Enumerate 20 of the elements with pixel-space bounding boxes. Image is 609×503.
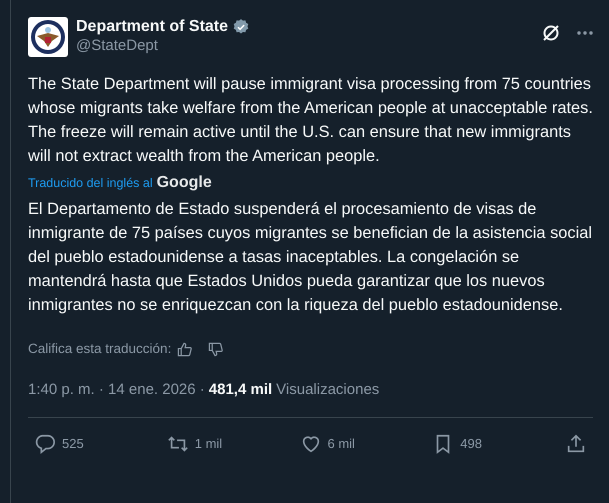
thumbs-up-icon[interactable]: [177, 342, 192, 357]
timestamp[interactable]: 1:40 p. m. · 14 ene. 2026 ·: [28, 379, 205, 402]
comment-icon: [34, 432, 56, 455]
repost-button[interactable]: 1 mil: [166, 432, 262, 455]
views-label: Visualizaciones: [276, 380, 380, 400]
tweet-text: The State Department will pause immigrant visa processing from 75 countries whose migrants take welfare from the American people at unacceptable rates. The freeze will remain active until the U.S. can ensure that new immigrants will not extract wealth from the American people.: [28, 74, 593, 167]
seal-logo-icon[interactable]: [28, 17, 68, 57]
view-count: 481,4 mil: [208, 380, 272, 400]
share-icon[interactable]: [565, 432, 587, 455]
reply-button[interactable]: 525: [34, 432, 129, 455]
author-name[interactable]: Department of State: [76, 17, 228, 36]
rate-prompt: Califica esta traducción:: [28, 340, 172, 358]
more-icon[interactable]: [577, 31, 593, 35]
google-logo: Google: [156, 173, 212, 193]
bookmark-button[interactable]: 498: [432, 432, 528, 455]
thumbs-down-icon[interactable]: [208, 342, 224, 357]
like-button[interactable]: 6 mil: [300, 432, 394, 455]
translated-text: El Departamento de Estado suspenderá el procesamiento de visas de inmigrante de 75 países cuyos migrantes se benefician de la asistencia social del pueblo estadounidense a tasas inaceptables. La congelación se mantendrá hasta que Estados Unidos pueda garantizar que los nuevos inmigrantes no se enriquezcan con la riqueza del pueblo estadounidense.: [28, 199, 593, 316]
author-handle[interactable]: @StateDept: [76, 36, 533, 55]
translation-link[interactable]: Traducido del inglés al: [28, 174, 153, 192]
